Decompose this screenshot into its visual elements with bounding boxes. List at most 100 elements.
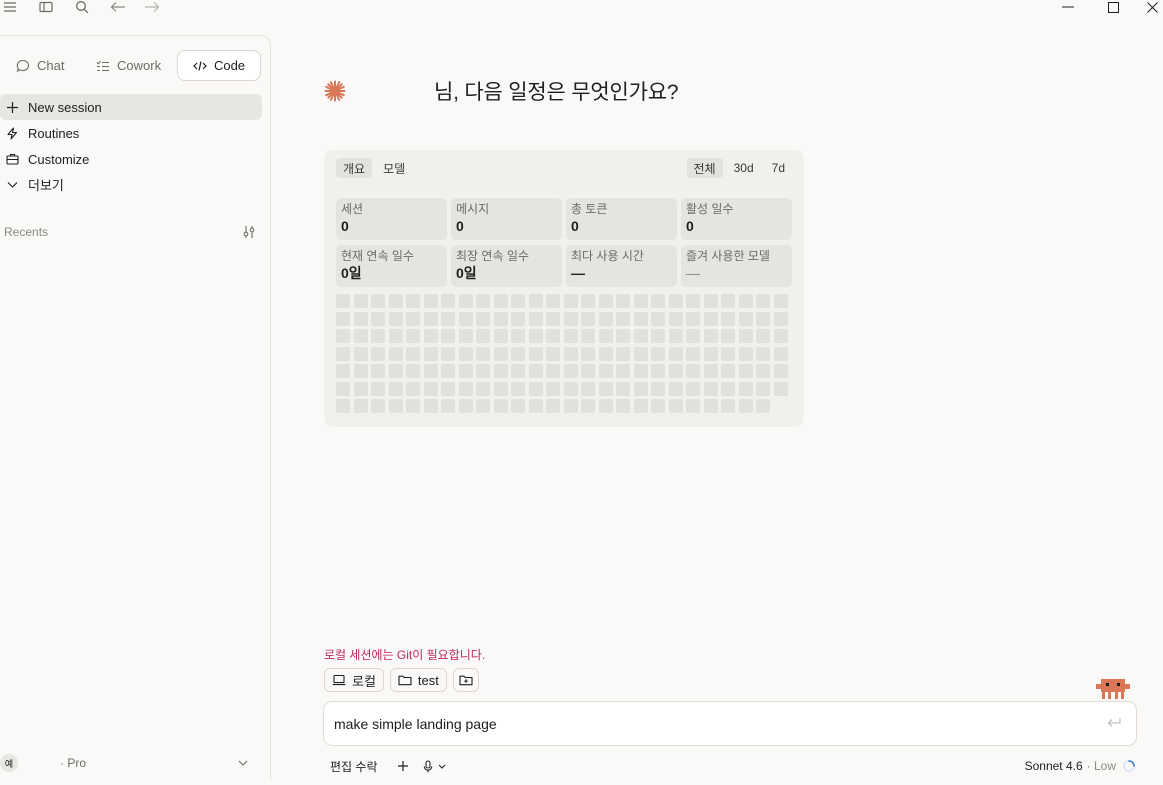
heatmap-cell xyxy=(476,329,490,343)
heatmap-cell xyxy=(441,381,455,396)
stat-current-streak: 현재 연속 일수 0일 xyxy=(336,245,447,287)
sidebar-toggle-icon[interactable] xyxy=(36,0,56,16)
heatmap-cell xyxy=(703,311,718,326)
arrow-left-icon[interactable] xyxy=(108,0,128,16)
sparkle-logo xyxy=(324,80,346,102)
heatmap-cell xyxy=(633,346,648,361)
tab-cowork[interactable]: Cowork xyxy=(86,50,171,81)
heatmap-cell xyxy=(598,294,613,308)
stat-active-days: 활성 일수 0 xyxy=(681,198,792,240)
bolt-icon xyxy=(6,126,19,140)
heatmap-cell xyxy=(651,311,665,326)
enter-icon[interactable] xyxy=(1106,716,1122,730)
session-options: 로컬 test xyxy=(324,668,479,692)
heatmap-cell xyxy=(388,311,403,326)
avatar: 예 xyxy=(0,754,18,772)
heatmap-cell xyxy=(371,399,385,413)
range-7d[interactable]: 7d xyxy=(765,158,792,178)
range-all[interactable]: 전체 xyxy=(686,158,723,178)
close-icon[interactable] xyxy=(1140,0,1163,16)
composer-toolbar: 편집 수락 Sonnet 4.6 · Low xyxy=(324,756,1136,776)
stat-total-tokens: 총 토큰 0 xyxy=(566,198,677,240)
heatmap-cell xyxy=(353,364,368,378)
heatmap-cell xyxy=(476,346,490,361)
heatmap-cell xyxy=(458,364,473,378)
heatmap-cell xyxy=(721,381,735,396)
heatmap-cell xyxy=(668,311,683,326)
heatmap-cell xyxy=(458,329,473,343)
heatmap-cell xyxy=(511,364,525,378)
heatmap-cell xyxy=(738,346,753,361)
heatmap-cell xyxy=(458,381,473,396)
heatmap-cell xyxy=(773,346,788,361)
heatmap-cell xyxy=(633,294,648,308)
heatmap-cell xyxy=(353,399,368,413)
nav-customize[interactable]: Customize xyxy=(0,146,262,172)
heatmap-cell xyxy=(371,346,385,361)
heatmap-cell xyxy=(721,399,735,413)
heatmap-cell xyxy=(738,381,753,396)
add-button[interactable] xyxy=(397,756,409,776)
nav-more[interactable]: 더보기 xyxy=(0,171,262,197)
recents-label: Recents xyxy=(4,225,49,239)
heatmap-cell xyxy=(738,399,753,413)
briefcase-icon xyxy=(6,153,19,165)
heatmap-cell xyxy=(651,329,665,343)
heatmap-cell xyxy=(441,399,455,413)
nav-new-session[interactable]: New session xyxy=(0,94,262,120)
greeting: 님, 다음 일정은 무엇인가요? xyxy=(324,76,679,106)
tab-cowork-label: Cowork xyxy=(117,58,162,73)
tab-code[interactable]: Code xyxy=(177,50,261,81)
folder-chip[interactable]: test xyxy=(389,668,447,692)
heatmap-cell xyxy=(441,346,455,361)
arrow-right-icon[interactable] xyxy=(142,0,162,16)
heatmap-cell xyxy=(581,294,595,308)
nav-new-session-label: New session xyxy=(28,99,102,115)
heatmap-cell xyxy=(633,399,648,413)
heatmap-cell xyxy=(546,364,560,378)
environment-chip[interactable]: 로컬 xyxy=(324,668,384,692)
tab-chat[interactable]: Chat xyxy=(6,50,74,81)
heatmap-cell xyxy=(476,311,490,326)
heatmap-cell xyxy=(458,311,473,326)
stat-value: 0 xyxy=(686,218,694,234)
heatmap-cell xyxy=(423,311,438,326)
voice-input-button[interactable] xyxy=(423,756,446,776)
heatmap-cell xyxy=(721,294,735,308)
user-menu[interactable]: 예 · Pro xyxy=(0,752,262,774)
heatmap-cell xyxy=(371,311,385,326)
add-folder-button[interactable] xyxy=(452,668,479,692)
heatmap-cell xyxy=(703,294,718,308)
heatmap-cell xyxy=(458,346,473,361)
range-30d[interactable]: 30d xyxy=(727,158,761,178)
nav-routines[interactable]: Routines xyxy=(0,120,262,146)
prompt-input[interactable] xyxy=(334,714,1074,734)
microphone-icon xyxy=(423,759,433,773)
minimize-icon[interactable] xyxy=(1056,0,1080,16)
permission-mode-button[interactable]: 편집 수락 xyxy=(330,756,378,776)
heatmap-cell xyxy=(633,381,648,396)
maximize-icon[interactable] xyxy=(1101,0,1125,16)
heatmap-cell xyxy=(721,346,735,361)
search-icon[interactable] xyxy=(72,0,92,16)
effort-level: · Low xyxy=(1086,759,1116,773)
heatmap-cell xyxy=(651,294,665,308)
heatmap-cell xyxy=(388,364,403,378)
heatmap-cell xyxy=(616,399,630,413)
heatmap-cell xyxy=(616,294,630,308)
heatmap-cell xyxy=(563,329,578,343)
tab-models[interactable]: 모델 xyxy=(376,158,412,178)
filter-sliders-icon[interactable] xyxy=(242,225,256,239)
mode-switcher: Chat Cowork Code xyxy=(0,50,262,81)
heatmap-cell xyxy=(493,399,508,413)
tab-overview[interactable]: 개요 xyxy=(336,158,373,178)
heatmap-cell xyxy=(686,294,700,308)
heatmap-cell xyxy=(388,294,403,308)
heatmap-cell xyxy=(686,329,700,343)
heatmap-cell xyxy=(686,399,700,413)
hamburger-icon[interactable] xyxy=(0,0,20,16)
model-selector[interactable]: Sonnet 4.6 · Low xyxy=(1025,756,1116,776)
heatmap-cell xyxy=(581,311,595,326)
heatmap-cell xyxy=(616,381,630,396)
heatmap-cell xyxy=(616,346,630,361)
